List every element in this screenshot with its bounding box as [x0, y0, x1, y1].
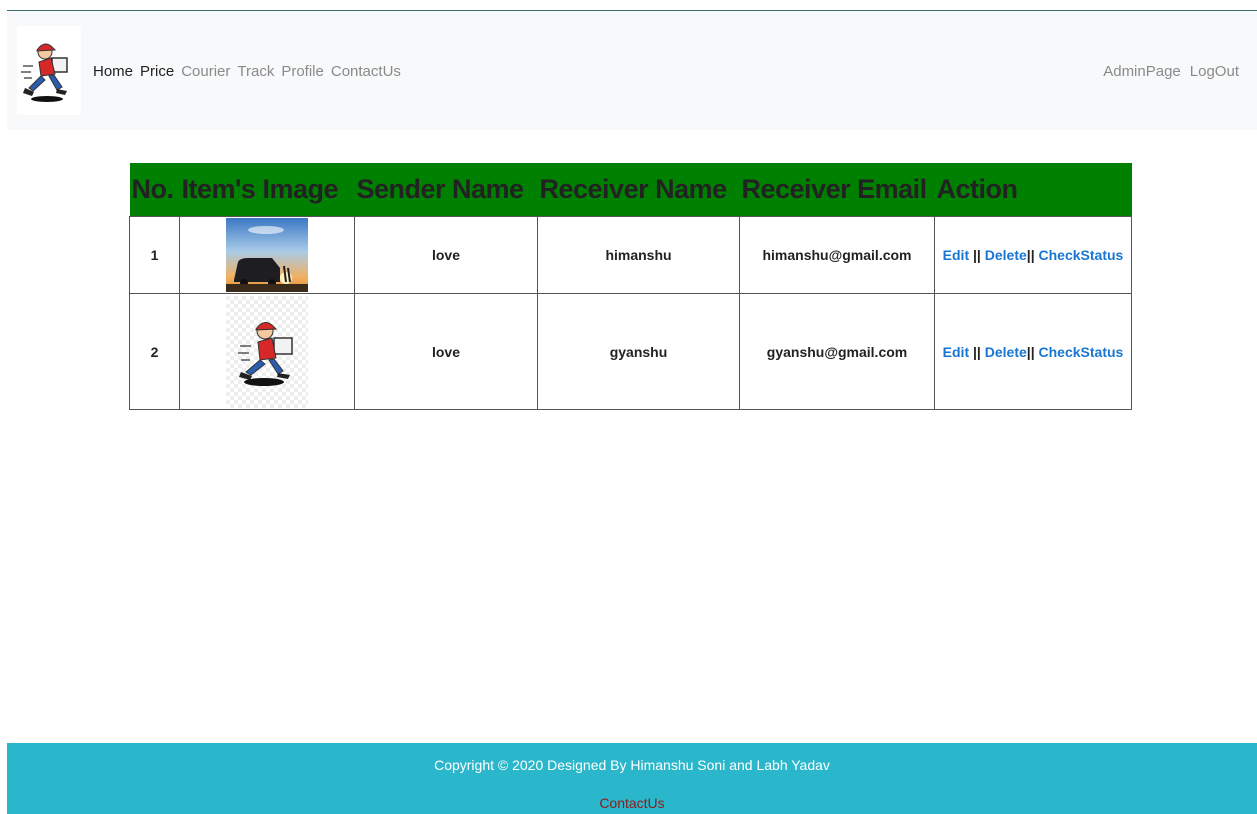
nav-adminpage[interactable]: AdminPage — [1103, 63, 1181, 80]
checkstatus-link[interactable]: CheckStatus — [1039, 247, 1124, 263]
courier-mascot-image — [226, 295, 308, 408]
separator: || — [973, 343, 981, 360]
separator: || — [973, 247, 981, 263]
cell-actions: Edit || Delete|| CheckStatus — [934, 293, 1132, 410]
checkstatus-link[interactable]: CheckStatus — [1039, 344, 1124, 360]
nav-home[interactable]: Home — [93, 63, 133, 80]
nav-left: Home Price Courier Track Profile Contact… — [93, 63, 401, 80]
cell-email: himanshu@gmail.com — [739, 216, 935, 294]
orders-table: No. Item's Image Sender Name Receiver Na… — [129, 163, 1132, 410]
van-sunset-image — [226, 218, 308, 292]
nav-profile[interactable]: Profile — [281, 63, 324, 80]
header-no: No. — [129, 163, 180, 217]
nav-price[interactable]: Price — [140, 63, 174, 80]
cell-sender: love — [354, 216, 538, 294]
separator: || — [1026, 247, 1035, 263]
nav-courier[interactable]: Courier — [181, 63, 230, 80]
cell-receiver: gyanshu — [537, 293, 740, 410]
brand-logo[interactable] — [17, 26, 81, 115]
header-item-image: Item's Image — [179, 163, 355, 217]
nav-right: AdminPage LogOut — [1103, 63, 1239, 80]
table-header-row: No. Item's Image Sender Name Receiver Na… — [129, 163, 1132, 217]
table-row: 1 love himanshu himanshu@gmail.com Edit … — [129, 216, 1132, 294]
edit-link[interactable]: Edit — [943, 247, 969, 263]
nav-track[interactable]: Track — [237, 63, 274, 80]
cell-email: gyanshu@gmail.com — [739, 293, 935, 410]
separator: || — [1026, 343, 1035, 360]
edit-link[interactable]: Edit — [943, 344, 969, 360]
cell-no: 2 — [129, 293, 180, 410]
courier-mascot-icon — [21, 43, 68, 102]
copyright-text: Copyright © 2020 Designed By Himanshu So… — [434, 757, 830, 773]
footer-contactus-link[interactable]: ContactUs — [7, 795, 1257, 811]
footer: Copyright © 2020 Designed By Himanshu So… — [7, 743, 1257, 814]
table-row: 2 love gyanshu gyanshu@gmail.com Edit ||… — [129, 293, 1132, 410]
cell-actions: Edit || Delete|| CheckStatus — [934, 216, 1132, 294]
delete-link[interactable]: Delete — [985, 247, 1027, 263]
header-action: Action — [934, 163, 1132, 217]
delete-link[interactable]: Delete — [985, 344, 1027, 360]
cell-image — [179, 216, 355, 294]
cell-receiver: himanshu — [537, 216, 740, 294]
cell-sender: love — [354, 293, 538, 410]
nav-logout[interactable]: LogOut — [1190, 63, 1239, 80]
header-sender-name: Sender Name — [354, 163, 538, 217]
nav-contactus[interactable]: ContactUs — [331, 63, 401, 80]
header-receiver-name: Receiver Name — [537, 163, 740, 217]
cell-no: 1 — [129, 216, 180, 294]
navbar: Home Price Courier Track Profile Contact… — [7, 11, 1257, 130]
cell-image — [179, 293, 355, 410]
header-receiver-email: Receiver Email — [739, 163, 935, 217]
